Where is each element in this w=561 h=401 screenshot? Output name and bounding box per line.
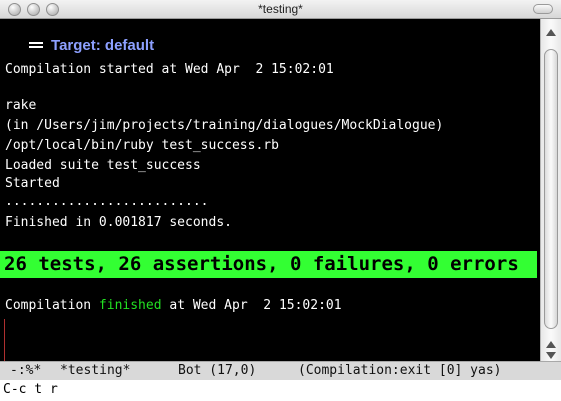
compilation-buffer[interactable]: Target: default Compilation started at W… — [0, 19, 540, 361]
output-line: Finished in 0.001817 seconds. — [5, 215, 232, 230]
compile-end-suffix: at Wed Apr 2 15:02:01 — [161, 298, 342, 313]
test-summary-text: 26 tests, 26 assertions, 0 failures, 0 e… — [4, 253, 519, 275]
buffer-name: *testing* — [60, 363, 131, 378]
scroll-down-arrow-icon[interactable] — [546, 352, 556, 359]
minibuffer[interactable]: C-c t r — [0, 380, 561, 401]
target-header: Target: default — [4, 22, 154, 54]
output-line: (in /Users/jim/projects/training/dialogu… — [5, 118, 444, 133]
major-mode: (Compilation:exit [0] yas) — [298, 363, 502, 378]
minibuffer-text: C-c t r — [3, 382, 58, 397]
output-line: .......................... — [5, 194, 209, 209]
fringe-marker — [4, 319, 5, 361]
vertical-scrollbar[interactable] — [540, 19, 561, 361]
mode-line: -:%* *testing* Bot (17,0) (Compilation:e… — [0, 361, 561, 380]
output-line: /opt/local/bin/ruby test_success.rb — [5, 138, 279, 153]
output-line: Started — [5, 176, 60, 191]
equals-icon — [29, 42, 44, 49]
title-bar[interactable]: *testing* — [0, 0, 561, 19]
scroll-up-arrow-icon[interactable] — [546, 341, 556, 348]
buffer-state: -:%* — [10, 363, 42, 378]
cursor-position: Bot (17,0) — [178, 363, 257, 378]
output-line: Loaded suite test_success — [5, 158, 201, 173]
scroll-thumb[interactable] — [544, 49, 558, 329]
scroll-top-arrow-icon[interactable] — [546, 29, 556, 36]
test-summary-bar: 26 tests, 26 assertions, 0 failures, 0 e… — [0, 251, 537, 278]
output-line: rake — [5, 98, 37, 113]
finished-word: finished — [98, 298, 162, 313]
emacs-window: *testing* Target: default Compilation st… — [0, 0, 561, 401]
toolbar-toggle-button[interactable] — [533, 4, 553, 14]
compile-start-line: Compilation started at Wed Apr 2 15:02:0… — [5, 62, 334, 77]
window-title: *testing* — [258, 2, 303, 16]
compile-end-line: Compilation finished at Wed Apr 2 15:02:… — [5, 298, 342, 314]
target-header-text: Target: default — [51, 37, 155, 54]
compile-end-prefix: Compilation — [5, 298, 99, 313]
